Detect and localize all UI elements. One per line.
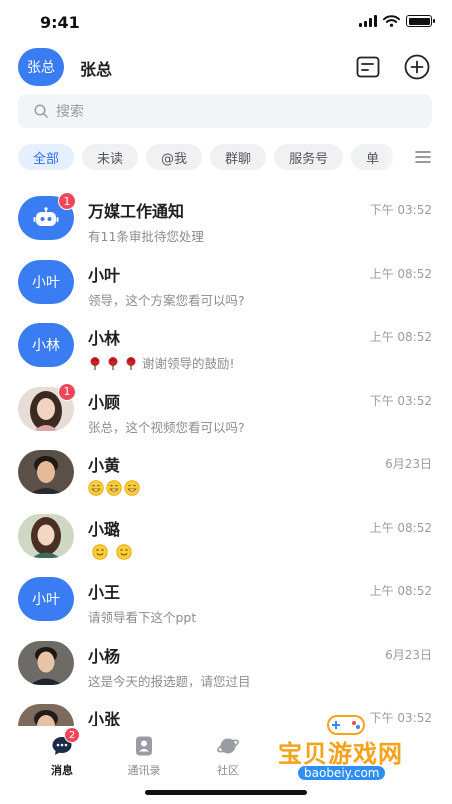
search-input[interactable]: 搜索 [18,94,432,128]
tab-messages[interactable]: 2 消息 [32,727,92,778]
conversation-name: 万媒工作通知 [88,202,185,221]
filter-bar: 全部 未读 @我 群聊 服务号 单 [18,143,432,171]
smile-icon [92,543,108,560]
unread-badge: 1 [58,192,76,210]
conversation-preview: 请领导看下这个ppt [88,610,197,625]
status-icons [359,15,435,27]
conversation-preview-row [92,543,134,560]
tab-label: 消息 [51,764,73,777]
home-indicator [145,790,307,795]
search-placeholder: 搜索 [56,104,84,120]
add-button[interactable] [403,53,431,81]
conversation-name: 小黄 [88,456,121,475]
unread-badge: 1 [58,382,76,401]
conversation-time: 6月23日 [385,647,432,662]
conversation-name: 小林 [88,329,121,348]
tab-contacts[interactable]: 通讯录 [114,734,174,778]
conversation-item[interactable]: 小杨 6月23日 这是今天的报选题，请您过目 [0,631,452,695]
avatar [18,450,74,494]
plus-circle-icon [404,54,430,80]
search-icon [34,104,48,118]
avatar: 1 [18,192,76,240]
conversation-item[interactable]: 小林 小林 上午 08:52 谢谢领导的鼓励! [0,313,452,377]
tab-badge: 2 [64,727,80,743]
watermark: 宝贝游戏网 baobeiy.com [270,712,446,792]
user-avatar[interactable]: 张总 [18,48,64,86]
filter-chip-groups[interactable]: 群聊 [210,144,267,170]
notes-button[interactable] [354,53,382,81]
avatar: 小叶 [18,577,74,621]
watermark-url: baobeiy.com [298,766,386,780]
menu-icon [415,151,431,163]
filter-menu-button[interactable] [382,143,432,171]
filter-chip-all[interactable]: 全部 [18,144,75,170]
conversation-name: 小顾 [88,392,121,412]
avatar [18,704,74,726]
contacts-icon [136,736,152,756]
grin-icon [106,480,122,496]
conversation-preview: 张总，这个视频您看可以吗? [88,419,245,435]
conversation-time: 上午 08:52 [369,520,432,535]
conversation-list: 1 万媒工作通知 下午 03:52 有11条审批待您处理 小叶 小叶 上午 08… [0,186,452,726]
battery-icon [406,15,435,27]
status-bar: 9:41 [0,0,452,44]
wifi-icon [383,15,400,27]
tab-community[interactable]: 社区 [198,734,258,778]
conversation-preview: 有11条审批待您处理 [88,229,204,244]
conversation-time: 上午 08:52 [369,584,432,598]
filter-chip-mentions[interactable]: @我 [146,144,203,170]
conversation-item[interactable]: 小叶 小王 上午 08:52 请领导看下这个ppt [0,567,452,631]
conversation-time: 下午 03:52 [369,393,432,408]
conversation-preview: 这是今天的报选题，请您过目 [88,673,251,689]
conversation-time: 上午 08:52 [369,330,432,344]
user-name: 张总 [80,60,113,79]
conversation-item[interactable]: 小叶 小叶 上午 08:52 领导，这个方案您看可以吗? [0,250,452,314]
avatar: 1 [18,382,76,431]
avatar: 小林 [18,323,74,367]
notes-icon [356,56,380,78]
status-time: 9:41 [40,13,80,32]
rose-icon [90,357,100,370]
profile-photo [18,450,74,494]
conversation-name: 小叶 [88,265,121,285]
conversation-name: 小璐 [88,519,121,539]
avatar [18,513,74,558]
filter-chip-unread[interactable]: 未读 [82,144,139,170]
tab-label: 社区 [217,764,239,777]
conversation-time: 上午 08:52 [369,266,432,281]
rose-icon [108,357,118,370]
conversation-preview: 谢谢领导的鼓励! [142,356,235,371]
conversation-preview-row [88,480,142,496]
conversation-item[interactable]: 1 小顾 下午 03:52 张总，这个视频您看可以吗? [0,377,452,441]
signal-icon [359,15,377,27]
conversation-name: 小杨 [88,646,121,666]
profile-photo [18,704,74,726]
conversation-time: 6月23日 [385,457,432,471]
profile-photo [18,513,74,558]
grin-icon [124,480,140,496]
avatar [18,640,74,685]
conversation-name: 小王 [88,583,121,602]
grin-icon [88,480,104,496]
watermark-text: 宝贝游戏网 [278,740,403,768]
conversation-item[interactable]: 小璐 上午 08:52 [0,504,452,568]
conversation-preview: 领导，这个方案您看可以吗? [88,292,245,308]
avatar: 小叶 [18,259,74,304]
rose-icon [126,357,136,370]
filter-chip-service[interactable]: 服务号 [274,144,344,170]
conversation-name: 小张 [88,710,121,726]
planet-icon [217,738,239,754]
smile-icon [116,543,132,560]
app-header: 张总 张总 [0,44,452,90]
robot-icon [33,207,59,226]
profile-photo [18,640,74,685]
conversation-time: 下午 03:52 [369,203,432,217]
tab-label: 通讯录 [127,764,161,777]
conversation-item[interactable]: 小黄 6月23日 [0,440,452,504]
conversation-preview-row: 谢谢领导的鼓励! [88,353,235,372]
conversation-item[interactable]: 1 万媒工作通知 下午 03:52 有11条审批待您处理 [0,186,452,250]
